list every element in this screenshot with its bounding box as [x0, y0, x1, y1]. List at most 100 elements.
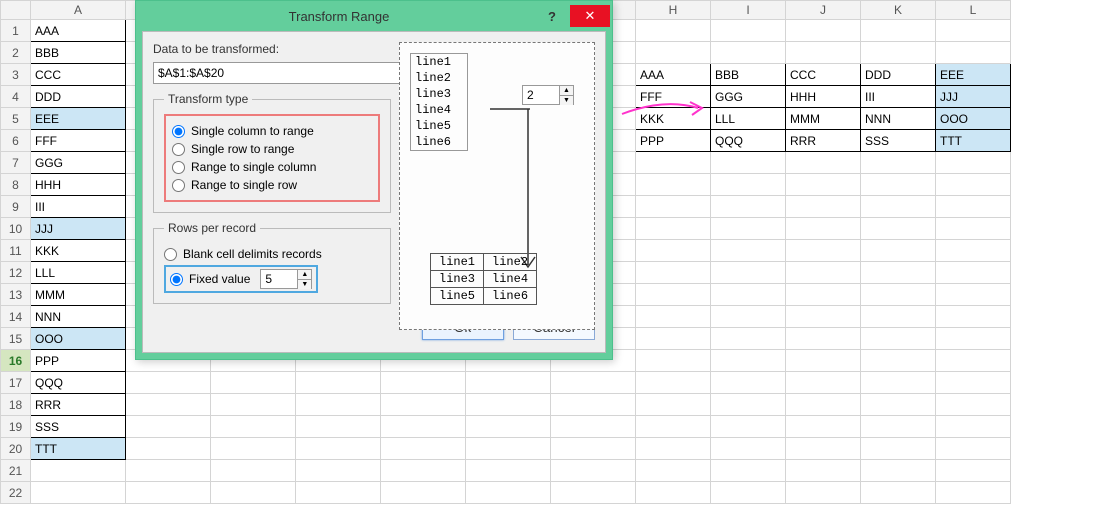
cell[interactable]	[126, 372, 211, 394]
row-header[interactable]: 17	[1, 372, 31, 394]
cell[interactable]	[211, 482, 296, 504]
cell[interactable]	[861, 20, 936, 42]
cell[interactable]	[861, 42, 936, 64]
cell[interactable]	[936, 174, 1011, 196]
radio-fixed-value[interactable]: Fixed value	[170, 272, 250, 286]
cell[interactable]	[636, 42, 711, 64]
cell[interactable]: OOO	[31, 328, 126, 350]
cell[interactable]	[861, 262, 936, 284]
row-header[interactable]: 13	[1, 284, 31, 306]
cell[interactable]	[296, 482, 381, 504]
cell[interactable]: OOO	[936, 108, 1011, 130]
cell[interactable]	[861, 240, 936, 262]
cell[interactable]: RRR	[31, 394, 126, 416]
cell[interactable]	[31, 460, 126, 482]
cell[interactable]	[936, 372, 1011, 394]
cell[interactable]	[786, 328, 861, 350]
cell[interactable]	[126, 438, 211, 460]
cell[interactable]	[936, 240, 1011, 262]
cell[interactable]	[861, 416, 936, 438]
cell[interactable]	[936, 306, 1011, 328]
cell[interactable]	[296, 460, 381, 482]
cell[interactable]: PPP	[636, 130, 711, 152]
cell[interactable]	[296, 416, 381, 438]
cell[interactable]: JJJ	[31, 218, 126, 240]
cell[interactable]	[551, 482, 636, 504]
cell[interactable]: SSS	[861, 130, 936, 152]
cell[interactable]	[381, 416, 466, 438]
cell[interactable]	[786, 438, 861, 460]
cell[interactable]	[786, 416, 861, 438]
cell[interactable]	[711, 416, 786, 438]
column-header[interactable]: H	[636, 1, 711, 20]
cell[interactable]	[936, 482, 1011, 504]
cell[interactable]: FFF	[31, 130, 126, 152]
cell[interactable]	[711, 20, 786, 42]
column-header[interactable]: I	[711, 1, 786, 20]
cell[interactable]: QQQ	[31, 372, 126, 394]
cell[interactable]	[636, 174, 711, 196]
cell[interactable]	[711, 394, 786, 416]
cell[interactable]	[786, 196, 861, 218]
cell[interactable]	[636, 350, 711, 372]
column-header[interactable]: L	[936, 1, 1011, 20]
row-header[interactable]: 8	[1, 174, 31, 196]
cell[interactable]	[466, 372, 551, 394]
cell[interactable]	[466, 482, 551, 504]
cell[interactable]	[711, 196, 786, 218]
cell[interactable]	[636, 482, 711, 504]
cell[interactable]	[636, 460, 711, 482]
row-header[interactable]: 15	[1, 328, 31, 350]
spinner-down-icon[interactable]: ▼	[298, 280, 311, 289]
fixed-value-spinner[interactable]: ▲▼	[260, 269, 312, 289]
cell[interactable]	[381, 394, 466, 416]
cell[interactable]	[711, 350, 786, 372]
cell[interactable]	[861, 394, 936, 416]
cell[interactable]: JJJ	[936, 86, 1011, 108]
cell[interactable]: SSS	[31, 416, 126, 438]
row-header[interactable]: 1	[1, 20, 31, 42]
cell[interactable]	[936, 460, 1011, 482]
cell[interactable]: EEE	[936, 64, 1011, 86]
cell[interactable]	[786, 350, 861, 372]
spinner-up-icon[interactable]: ▲	[298, 270, 311, 280]
cell[interactable]	[636, 218, 711, 240]
cell[interactable]: HHH	[786, 86, 861, 108]
row-header[interactable]: 2	[1, 42, 31, 64]
cell[interactable]: TTT	[936, 130, 1011, 152]
cell[interactable]: GGG	[31, 152, 126, 174]
cell[interactable]	[636, 328, 711, 350]
cell[interactable]: III	[31, 196, 126, 218]
row-header[interactable]: 19	[1, 416, 31, 438]
cell[interactable]: MMM	[786, 108, 861, 130]
cell[interactable]	[551, 372, 636, 394]
cell[interactable]	[126, 460, 211, 482]
radio-blank-cell-delimits[interactable]: Blank cell delimits records	[164, 247, 380, 261]
cell[interactable]	[31, 482, 126, 504]
cell[interactable]: BBB	[711, 64, 786, 86]
cell[interactable]: III	[861, 86, 936, 108]
cell[interactable]: DDD	[31, 86, 126, 108]
cell[interactable]	[296, 438, 381, 460]
preview-spin-input[interactable]	[523, 86, 559, 104]
preview-spinner[interactable]: ▲▼	[522, 85, 574, 105]
cell[interactable]: NNN	[31, 306, 126, 328]
cell[interactable]	[861, 328, 936, 350]
cell[interactable]	[861, 174, 936, 196]
cell[interactable]: CCC	[786, 64, 861, 86]
row-header[interactable]: 10	[1, 218, 31, 240]
cell[interactable]	[936, 394, 1011, 416]
row-header[interactable]: 20	[1, 438, 31, 460]
cell[interactable]	[936, 152, 1011, 174]
cell[interactable]	[296, 372, 381, 394]
cell[interactable]: RRR	[786, 130, 861, 152]
cell[interactable]: PPP	[31, 350, 126, 372]
cell[interactable]	[551, 460, 636, 482]
cell[interactable]	[381, 438, 466, 460]
cell[interactable]	[711, 482, 786, 504]
column-header[interactable]: K	[861, 1, 936, 20]
cell[interactable]	[211, 460, 296, 482]
cell[interactable]	[861, 350, 936, 372]
cell[interactable]	[636, 284, 711, 306]
cell[interactable]	[786, 42, 861, 64]
